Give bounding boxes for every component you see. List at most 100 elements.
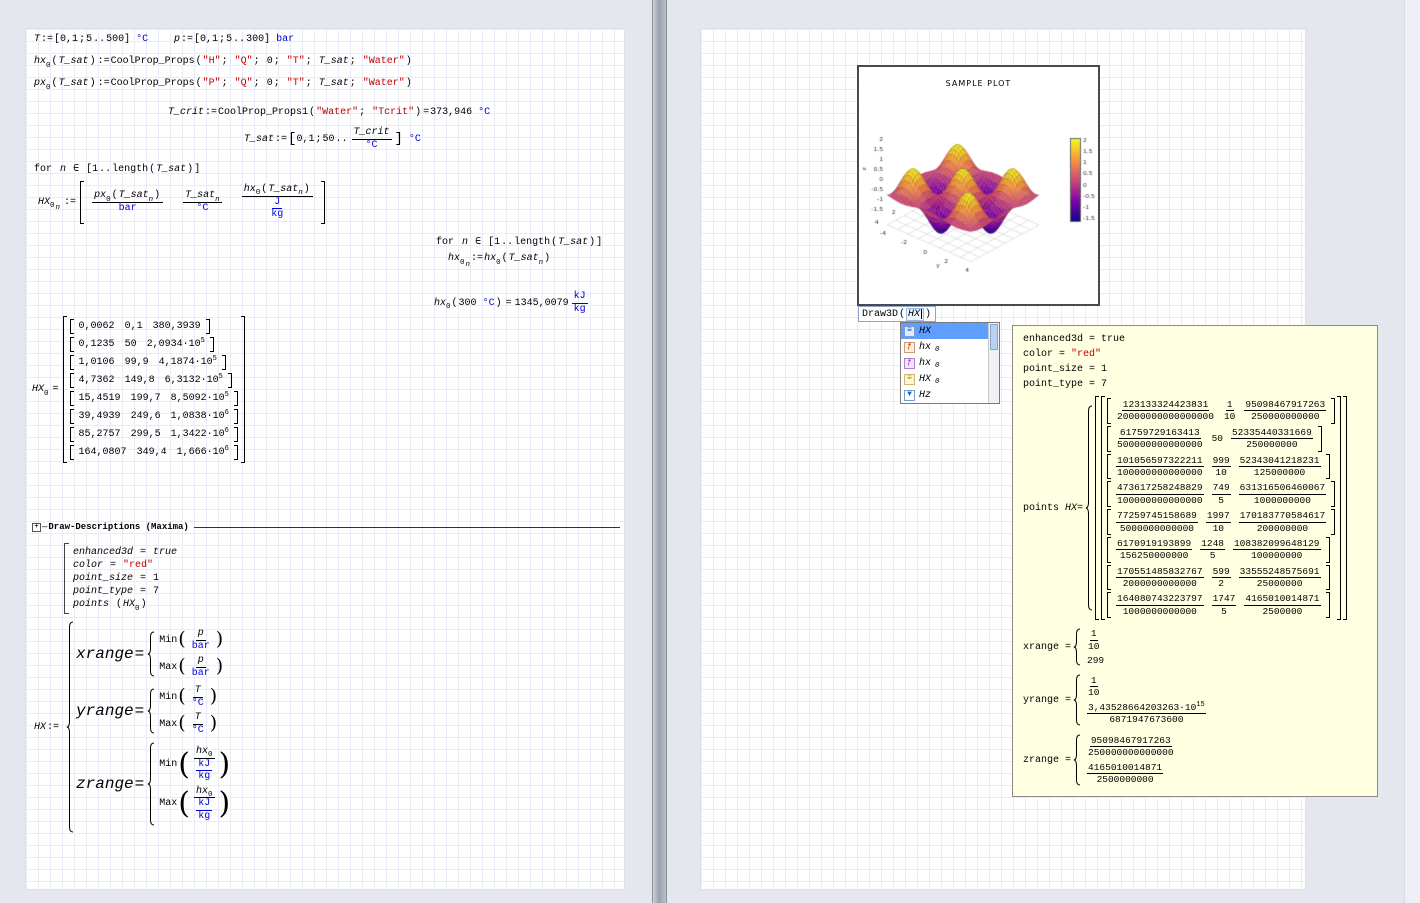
math-token: for <box>34 164 52 175</box>
formula-Tcrit-evaluation[interactable]: T_crit:=CoolProp_Props1("Water"; "Tcrit"… <box>168 107 490 118</box>
math-token: hx <box>484 253 496 264</box>
fraction: 199710 <box>1206 510 1231 534</box>
dropdown-scrollbar[interactable] <box>988 323 999 403</box>
math-token: °C <box>130 34 148 45</box>
yd: 10 <box>1087 687 1100 698</box>
for-loop-header-1[interactable]: for n ∈ [1..length(T_sat)] <box>34 163 200 175</box>
math-token: := <box>181 34 193 45</box>
yd: 10 <box>1223 411 1236 422</box>
wr <box>1331 398 1335 424</box>
ycells: 1010565973222111000000000000009991052343… <box>1111 454 1325 480</box>
maxima-draw-description-block[interactable]: enhanced3d = true color = "red" point_si… <box>64 543 177 614</box>
formula-p-range-definition[interactable]: p:=[0,1;5..300] bar <box>174 34 294 45</box>
math-token: true <box>153 547 177 558</box>
fraction: 5992 <box>1212 566 1231 590</box>
panel-yrange: yrange = 1103,43528664203263·10156871947… <box>1023 674 1367 726</box>
formula-hx0-at-300C[interactable]: hx0(300 °C)=1345,0079 kJkg <box>434 291 591 315</box>
math-token: ∈ <box>67 163 85 175</box>
matrix-row: 1,010699,94,1874·105 <box>70 355 238 370</box>
window-scrollbar-track[interactable] <box>1404 0 1420 903</box>
yd: 1000000000 <box>1253 495 1312 506</box>
points-label: points <box>1023 503 1059 514</box>
formula-Tsat-definition[interactable]: T_sat:=[0,1;50.. T_crit°C ] °C <box>244 127 421 151</box>
matrix-left-bracket <box>63 316 67 463</box>
Tcrit-over-degC-fraction: T_crit°C <box>352 127 392 151</box>
autocomplete-item-hx[interactable]: ≡HX <box>901 323 988 339</box>
yd: 250000000000 <box>1250 411 1320 422</box>
math-token: °C <box>472 107 490 118</box>
yn: 33555248575691 <box>1239 566 1321 578</box>
math-token: hx <box>34 56 46 67</box>
formula-T-range-definition[interactable]: T:=[0,1;5..500] °C <box>34 34 148 45</box>
HX0-matrix-result[interactable]: HX0= 0,00620,1380,39390,1235502,0934·105… <box>32 316 245 463</box>
yn: 164080743223797 <box>1116 593 1204 605</box>
c3: 4,1874·105 <box>159 357 217 368</box>
fraction: 52343041218231125000000 <box>1239 455 1321 479</box>
yd: 5 <box>1220 606 1228 617</box>
fraction: 95098467917263250000000000000 <box>1087 735 1175 759</box>
t-n: 0,1 <box>125 321 143 332</box>
collapse-toggle-icon[interactable]: + <box>32 523 41 532</box>
worksheet-page-left[interactable]: T:=[0,1;5..500] °C p:=[0,1;5..300] bar h… <box>25 28 625 890</box>
matrix-row: 0,1235502,0934·105 <box>70 337 238 352</box>
yd: 2500000000 <box>1096 774 1155 785</box>
page-divider[interactable] <box>652 0 667 903</box>
math-token: "Water" <box>316 107 358 118</box>
t-sup: 6 <box>225 409 229 417</box>
math-token: bar <box>270 34 294 45</box>
for-loop-header-2[interactable]: for n ∈ [1..length(T_sat)] <box>436 236 602 248</box>
draw-descriptions-separator[interactable]: + — Draw-Descriptions (Maxima) <box>32 522 620 532</box>
formula-hx0-function-definition[interactable]: hx0(T_sat):=CoolProp_Props("H"; "Q"; 0; … <box>34 56 413 67</box>
draw3d-edit-region[interactable]: Draw3D(HX) <box>858 306 936 322</box>
t-sup: 5 <box>219 373 223 381</box>
yd: 20000000000000000 <box>1116 411 1215 422</box>
t-n: 1,0106 <box>79 357 115 368</box>
dropdown-scrollbar-thumb[interactable] <box>990 324 998 350</box>
math-token: = <box>104 560 122 571</box>
inner-right-bracket <box>1337 396 1341 620</box>
sample-plot-region[interactable]: SAMPLE PLOT <box>857 65 1100 306</box>
math-token: "Q" <box>235 56 253 67</box>
autocomplete-item-hx0[interactable]: ƒhx0 <box>901 355 988 371</box>
color-line: color = "red" <box>73 560 177 571</box>
formula-HX0-row-vector[interactable]: HX0n:= px0(T_satn) bar T_satn °C hx0(T_s… <box>38 181 325 224</box>
HX-draw-definition[interactable]: HX:= xrange = Min(pbar) Max(pbar) yrange… <box>34 621 231 833</box>
outer-curly-brace <box>66 621 74 833</box>
yd: 2000000000000 <box>1122 578 1198 589</box>
yn: 3,43528664203263·1015 <box>1087 702 1206 714</box>
t-n: ·10 <box>207 393 225 404</box>
math-token: point_type <box>73 586 133 597</box>
yd: 250000000 <box>1245 439 1298 450</box>
math-token: T <box>34 34 40 45</box>
dd-sub: 0 <box>935 346 940 354</box>
dd-sub: 0 <box>935 362 940 370</box>
autocomplete-dropdown: ≡HXƒhx0ƒhx0≡HX0▼Hz <box>900 322 1000 404</box>
yd: 5 <box>1217 495 1225 506</box>
math-token: ; <box>79 34 85 45</box>
math-token: n <box>60 164 66 175</box>
t-n: 2,0934 <box>147 339 183 350</box>
wr <box>1326 592 1330 618</box>
panel-enhanced3d-line: enhanced3d = true <box>1023 334 1367 345</box>
math-token: color <box>73 560 103 571</box>
matrix-row: 15,4519199,78,5092·105 <box>70 391 238 406</box>
cells: 39,4939249,61,0838·106 <box>74 409 234 424</box>
enhanced3d-line: enhanced3d = true <box>73 547 177 558</box>
t-n: 1,0838 <box>171 411 207 422</box>
formula-hx0n-assignment[interactable]: hx0n:=hx0(T_satn) <box>448 253 551 264</box>
autocomplete-item-hx0[interactable]: ≡HX0 <box>901 371 988 387</box>
autocomplete-item-hx0[interactable]: ƒhx0 <box>901 339 988 355</box>
wr <box>1331 509 1335 535</box>
points-matrix-row: 1640807432237971000000000000174754165010… <box>1107 592 1335 618</box>
draw3d-argument[interactable]: HX <box>906 308 924 321</box>
formula-px0-function-definition[interactable]: px0(T_sat):=CoolProp_Props("P"; "Q"; 0; … <box>34 78 413 89</box>
yn: 170183770584617 <box>1239 510 1327 522</box>
t-sup: 5 <box>225 391 229 399</box>
ycells: 7725974515868950000000000001997101701837… <box>1111 509 1331 535</box>
math-token: CoolProp_Props <box>111 78 195 89</box>
autocomplete-item-hz[interactable]: ▼Hz <box>901 387 988 403</box>
math-token: .. <box>233 34 245 45</box>
math-token: ) <box>589 237 595 248</box>
math-token: ( <box>52 56 58 67</box>
wr <box>234 427 238 442</box>
